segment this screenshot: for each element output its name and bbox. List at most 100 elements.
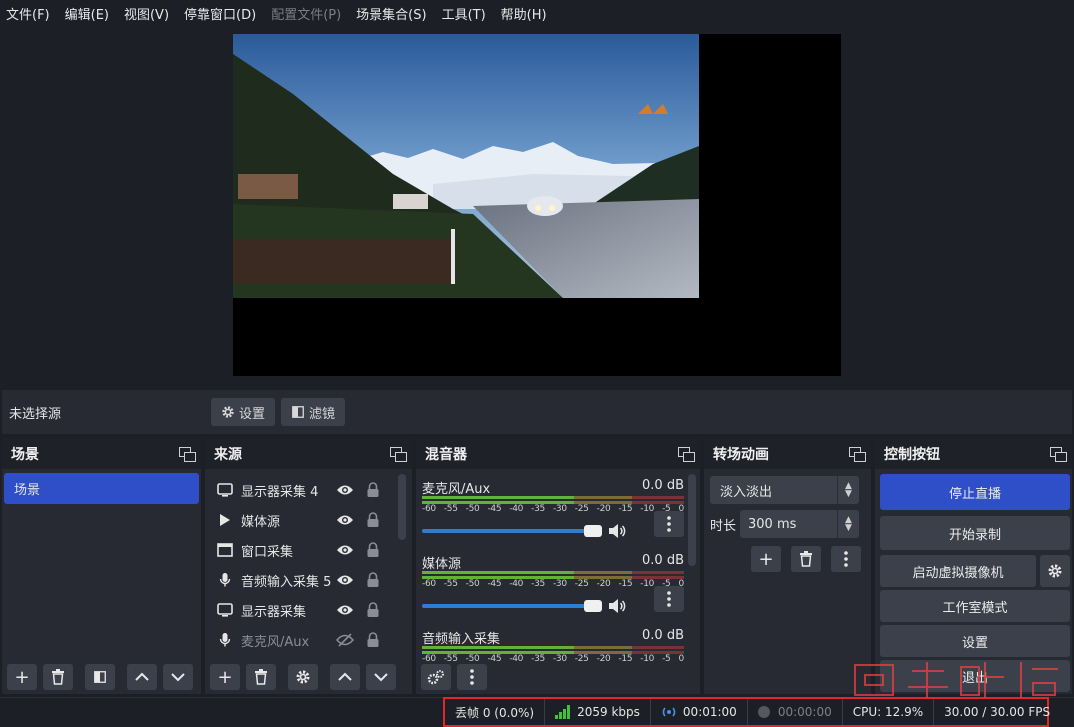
transition-select-value: 淡入淡出: [720, 484, 773, 500]
undock-icon[interactable]: [179, 446, 196, 462]
source-filters-button[interactable]: 滤镜: [281, 398, 346, 426]
mixer-scrollbar[interactable]: [688, 474, 696, 566]
source-label: 窗口采集: [241, 544, 294, 560]
microphone-icon: [217, 572, 233, 588]
undock-icon[interactable]: [849, 446, 866, 462]
meter-scale: -60 -55 -50 -45 -40 -35 -30 -25 -20 -15 -10 -5 0: [422, 654, 684, 664]
scene-item[interactable]: 场景: [4, 473, 199, 504]
studio-mode-button[interactable]: 工作室模式: [880, 590, 1070, 622]
add-source-button[interactable]: +: [210, 664, 240, 690]
meter-tick-label: -30: [552, 504, 567, 514]
preview-canvas[interactable]: [233, 34, 841, 376]
source-row[interactable]: 媒体源: [205, 505, 412, 535]
add-transition-button[interactable]: +: [751, 546, 781, 572]
lock-icon[interactable]: [366, 512, 380, 528]
source-filters-label: 滤镜: [309, 406, 336, 422]
lock-icon[interactable]: [366, 482, 380, 498]
kebab-icon: [667, 591, 671, 607]
mixer-menu-button[interactable]: [457, 664, 487, 690]
source-settings-button[interactable]: 设置: [211, 398, 276, 426]
undock-icon[interactable]: [678, 446, 695, 462]
lock-icon[interactable]: [366, 632, 380, 648]
mixer-channel: 音频输入采集 0.0 dB -60 -55 -50 -45 -40 -35 -30 -25 -20-…: [422, 628, 684, 664]
lock-icon[interactable]: [366, 542, 380, 558]
speaker-icon[interactable]: [608, 598, 626, 614]
source-row[interactable]: 音频输入采集 5: [205, 565, 412, 595]
menu-item[interactable]: 场景集合(S): [356, 4, 426, 23]
virtual-camera-row: 启动虚拟摄像机: [875, 555, 1070, 587]
eye-icon[interactable]: [336, 603, 354, 617]
spin-arrows-icon[interactable]: ▲ ▼: [837, 510, 859, 538]
meter-tick-label: -40: [509, 579, 524, 589]
meter-tick-label: -35: [531, 654, 545, 664]
eye-hidden-icon[interactable]: [335, 633, 355, 647]
audio-level-meter: [422, 571, 684, 579]
eye-icon[interactable]: [336, 483, 354, 497]
select-arrows-icon: ▲ ▼: [837, 476, 859, 504]
menu-item[interactable]: 工具(T): [442, 4, 486, 23]
scene-filters-button[interactable]: [85, 664, 115, 690]
add-scene-button[interactable]: +: [7, 664, 37, 690]
volume-slider[interactable]: [422, 525, 602, 537]
source-properties-button[interactable]: [288, 664, 318, 690]
source-row[interactable]: 麦克风/Aux: [205, 625, 412, 655]
channel-header: 媒体源 0.0 dB: [422, 553, 684, 572]
remove-scene-button[interactable]: [43, 664, 73, 690]
menu-item: 配置文件(P): [271, 7, 342, 23]
channel-menu-button[interactable]: [654, 511, 684, 537]
volume-slider-handle[interactable]: [584, 600, 602, 612]
remove-source-button[interactable]: [246, 664, 276, 690]
menu-item[interactable]: 编辑(E): [65, 4, 109, 23]
lock-icon[interactable]: [366, 602, 380, 618]
start-recording-button[interactable]: 开始录制: [880, 516, 1070, 550]
meter-tick-label: -25: [574, 579, 589, 589]
speaker-icon[interactable]: [608, 523, 626, 539]
transition-select[interactable]: 淡入淡出 ▲ ▼: [710, 476, 859, 504]
exit-button[interactable]: 退出: [880, 660, 1070, 692]
remove-transition-button[interactable]: [791, 546, 821, 572]
cpu-text: CPU: 12.9%: [852, 705, 924, 719]
start-virtual-camera-button[interactable]: 启动虚拟摄像机: [880, 555, 1036, 587]
virtual-camera-settings-button[interactable]: [1040, 555, 1070, 587]
meter-tick-label: -5: [662, 654, 671, 664]
transition-menu-button[interactable]: [831, 546, 861, 572]
duration-spinbox[interactable]: 300 ms ▲ ▼: [740, 510, 859, 538]
lock-icon[interactable]: [366, 572, 380, 588]
eye-icon[interactable]: [336, 513, 354, 527]
move-scene-down-button[interactable]: [163, 664, 193, 690]
mixer-toolbar: [416, 664, 493, 690]
sources-scrollbar[interactable]: [398, 474, 406, 540]
menu-item[interactable]: 视图(V): [124, 4, 169, 23]
source-label: 显示器采集 4: [241, 484, 319, 500]
move-source-down-button[interactable]: [366, 664, 396, 690]
menu-item[interactable]: 帮助(H): [501, 4, 547, 23]
scene-transitions-dock: 转场动画 淡入淡出 ▲ ▼ 时长 300 ms ▲ ▼ +: [704, 438, 871, 694]
menu-item[interactable]: 停靠窗口(D): [184, 4, 256, 23]
channel-menu-button[interactable]: [654, 586, 684, 612]
move-source-up-button[interactable]: [330, 664, 360, 690]
source-row[interactable]: 显示器采集: [205, 595, 412, 625]
record-time-status: 00:00:00: [748, 699, 843, 725]
volume-slider[interactable]: [422, 600, 602, 612]
fps-text: 30.00 / 30.00 FPS: [944, 705, 1051, 719]
advanced-audio-button[interactable]: [421, 664, 451, 690]
monitor-icon: [217, 482, 233, 498]
source-label: 麦克风/Aux: [241, 634, 310, 650]
dropped-frames-status: 丢帧 0 (0.0%): [445, 699, 546, 725]
move-scene-up-button[interactable]: [127, 664, 157, 690]
volume-slider-handle[interactable]: [584, 525, 602, 537]
meter-tick-label: -60: [422, 504, 436, 514]
menu-item[interactable]: 文件(F): [6, 4, 50, 23]
source-row[interactable]: 窗口采集: [205, 535, 412, 565]
source-row[interactable]: 显示器采集 4: [205, 475, 412, 505]
stream-time-text: 00:01:00: [682, 705, 737, 719]
stop-streaming-button[interactable]: 停止直播: [880, 474, 1070, 510]
eye-icon[interactable]: [336, 573, 354, 587]
meter-tick-label: -20: [596, 579, 611, 589]
settings-button[interactable]: 设置: [880, 625, 1070, 657]
eye-icon[interactable]: [336, 543, 354, 557]
undock-icon[interactable]: [1050, 446, 1067, 462]
undock-icon[interactable]: [390, 446, 407, 462]
transitions-title: 转场动画: [713, 446, 769, 463]
meter-tick-label: -40: [509, 654, 524, 664]
